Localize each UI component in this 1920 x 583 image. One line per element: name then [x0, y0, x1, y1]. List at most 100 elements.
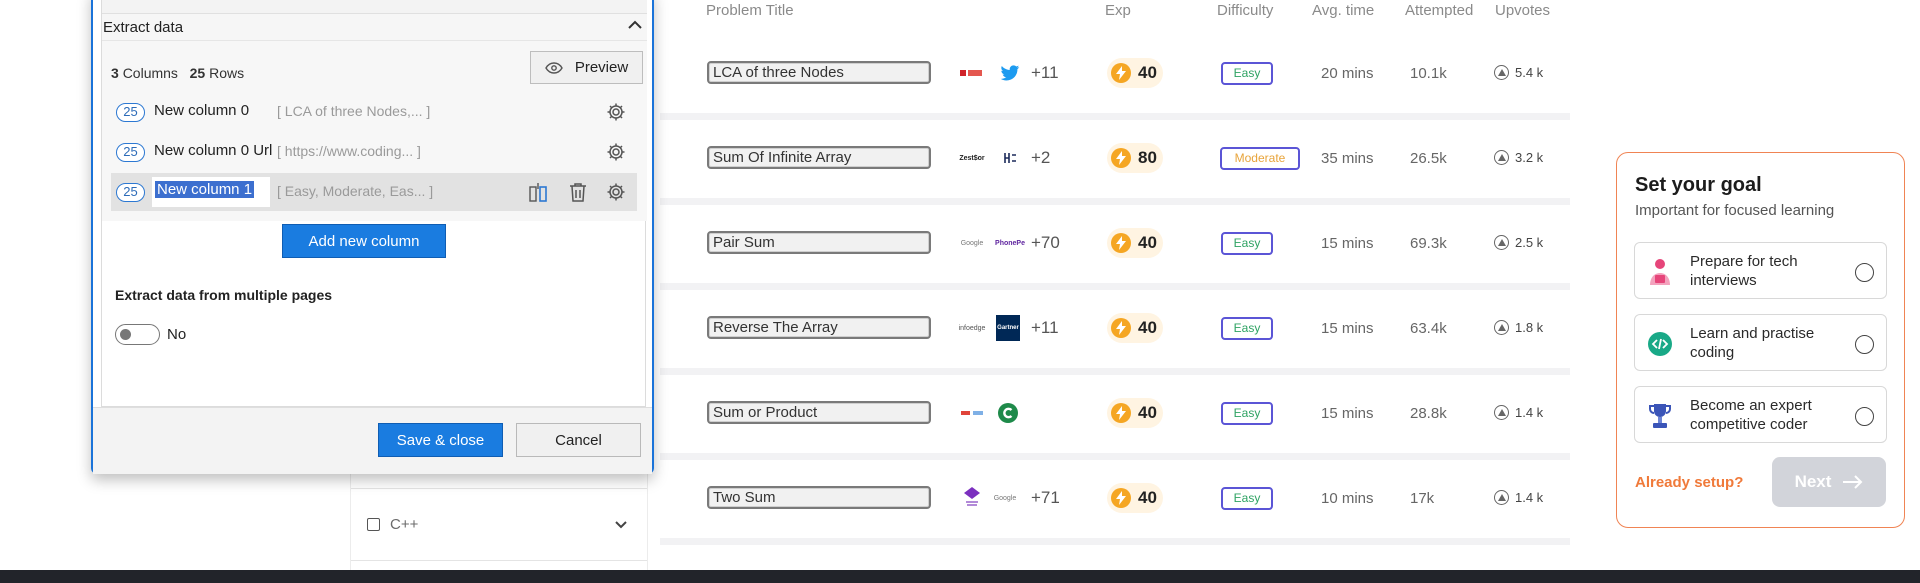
cancel-button[interactable]: Cancel	[516, 423, 641, 457]
goal-title: Set your goal	[1635, 174, 1762, 196]
header-avg-time: Avg. time	[1312, 2, 1375, 19]
column-row-counts: 3 Columns 25 Rows	[111, 65, 244, 81]
upvote-icon[interactable]	[1494, 405, 1509, 420]
difficulty-badge: Easy	[1221, 487, 1273, 510]
column-preview: [ LCA of three Nodes,... ]	[277, 103, 431, 119]
dialog-footer: Save & close Cancel	[93, 407, 652, 474]
difficulty-badge: Easy	[1221, 402, 1273, 425]
exp-value: 40	[1138, 233, 1157, 252]
trash-icon[interactable]	[568, 182, 588, 202]
goal-card: Set your goal Important for focused lear…	[1616, 152, 1905, 528]
table-row[interactable]: Sum Of Infinite Array Zest$or +2 80 Mode…	[660, 121, 1570, 205]
lightning-icon	[1111, 488, 1131, 508]
table-row[interactable]: LCA of three Nodes +11 40 Easy 20 mins 1…	[660, 36, 1570, 120]
table-row[interactable]: Reverse The Array infoedge Gartner +11 4…	[660, 291, 1570, 375]
column-row[interactable]: 25 New column 0 Url [ https://www.coding…	[111, 133, 637, 171]
goal-option-competitive[interactable]: Become an expert competitive coder	[1634, 386, 1887, 443]
goal-option-interviews[interactable]: Prepare for tech interviews	[1634, 242, 1887, 299]
upvote-icon[interactable]	[1494, 235, 1509, 250]
upvotes[interactable]: 5.4 k	[1494, 65, 1543, 80]
already-setup-link[interactable]: Already setup?	[1635, 474, 1743, 491]
table-row[interactable]: Pair Sum Google PhonePe +70 40 Easy 15 m…	[660, 206, 1570, 290]
upvotes[interactable]: 1.8 k	[1494, 320, 1543, 335]
exp-badge: 40	[1107, 398, 1163, 428]
column-name[interactable]: New column 0 Url	[154, 142, 272, 159]
multi-pages-toggle[interactable]	[115, 324, 160, 345]
problem-title[interactable]: Sum Of Infinite Array	[707, 146, 931, 169]
column-name-input[interactable]: New column 1	[152, 177, 270, 207]
table-row[interactable]: Sum or Product 40 Easy 15 mins 28.8k 1.4…	[660, 376, 1570, 460]
company-logo	[963, 485, 981, 509]
gear-icon[interactable]	[606, 182, 626, 202]
upvotes[interactable]: 3.2 k	[1494, 150, 1543, 165]
attempted: 28.8k	[1410, 405, 1447, 422]
exp-value: 80	[1138, 148, 1157, 167]
preview-button[interactable]: Preview	[530, 51, 643, 84]
company-logo	[960, 404, 984, 422]
difficulty-badge: Easy	[1221, 232, 1273, 255]
multi-pages-value: No	[167, 326, 187, 343]
header-difficulty: Difficulty	[1217, 2, 1274, 19]
attempted: 26.5k	[1410, 150, 1447, 167]
gear-icon[interactable]	[606, 102, 626, 122]
upvotes[interactable]: 1.4 k	[1494, 490, 1543, 505]
chevron-up-icon[interactable]	[628, 20, 642, 30]
dialog-body: Extract data 3 Columns 25 Rows Preview 2…	[101, 0, 647, 407]
problem-title[interactable]: Sum or Product	[707, 401, 931, 424]
goal-option-coding[interactable]: Learn and practise coding	[1634, 314, 1887, 371]
company-logo-hexaware	[999, 149, 1021, 167]
goal-option-label: Prepare for tech interviews	[1690, 253, 1798, 289]
column-preview: [ Easy, Moderate, Eas... ]	[277, 183, 434, 199]
upvote-icon[interactable]	[1494, 65, 1509, 80]
goal-option-label: Become an expert competitive coder	[1690, 397, 1812, 433]
lightning-icon	[1111, 63, 1131, 83]
table-row[interactable]: Two Sum Google +71 40 Easy 10 mins 17k 1…	[660, 461, 1570, 545]
lightning-icon	[1111, 403, 1131, 423]
extract-data-dialog: Extract data 3 Columns 25 Rows Preview 2…	[91, 0, 654, 474]
upvotes[interactable]: 2.5 k	[1494, 235, 1543, 250]
radio-button[interactable]	[1855, 335, 1874, 354]
problem-table: Problem Title Exp Difficulty Avg. time A…	[660, 0, 1570, 550]
next-button-label: Next	[1794, 472, 1832, 491]
column-row[interactable]: 25 New column 0 [ LCA of three Nodes,...…	[111, 93, 637, 131]
table-header: Problem Title Exp Difficulty Avg. time A…	[660, 0, 1570, 26]
lightning-icon	[1111, 233, 1131, 253]
pick-element-icon[interactable]	[528, 182, 548, 202]
upvote-icon[interactable]	[1494, 150, 1509, 165]
company-logo-infoedge: infoedge	[958, 324, 986, 332]
chevron-down-icon[interactable]	[615, 520, 627, 529]
avg-time: 15 mins	[1321, 405, 1374, 422]
checkbox[interactable]	[367, 518, 380, 531]
avg-time: 15 mins	[1321, 235, 1374, 252]
more-companies: +2	[1031, 148, 1051, 167]
problem-title[interactable]: Two Sum	[707, 486, 931, 509]
divider	[351, 560, 647, 561]
column-row-selected[interactable]: 25 New column 1 [ Easy, Moderate, Eas...…	[111, 173, 637, 211]
upvote-icon[interactable]	[1494, 320, 1509, 335]
more-companies: +70	[1031, 233, 1060, 252]
column-name[interactable]: New column 0	[154, 102, 249, 119]
radio-button[interactable]	[1855, 263, 1874, 282]
gear-icon[interactable]	[606, 142, 626, 162]
code-icon	[1646, 330, 1674, 358]
radio-button[interactable]	[1855, 407, 1874, 426]
problem-title[interactable]: LCA of three Nodes	[707, 61, 931, 84]
header-exp: Exp	[1105, 2, 1131, 19]
next-button[interactable]: Next	[1772, 457, 1886, 507]
upvotes[interactable]: 1.4 k	[1494, 405, 1543, 420]
upvote-icon[interactable]	[1494, 490, 1509, 505]
attempted: 69.3k	[1410, 235, 1447, 252]
difficulty-badge: Moderate	[1220, 147, 1300, 170]
add-new-column-button[interactable]: Add new column	[282, 224, 446, 258]
header-upvotes: Upvotes	[1495, 2, 1551, 19]
problem-title[interactable]: Pair Sum	[707, 231, 931, 254]
row-count-badge: 25	[116, 143, 145, 162]
trophy-icon	[1646, 402, 1674, 430]
filter-item-cpp[interactable]: C++	[367, 516, 627, 533]
row-separator	[660, 538, 1570, 545]
divider	[351, 488, 647, 489]
upvote-count: 5.4 k	[1515, 65, 1544, 80]
problem-title[interactable]: Reverse The Array	[707, 316, 931, 339]
save-close-button[interactable]: Save & close	[378, 423, 503, 457]
extract-data-section-header[interactable]: Extract data	[102, 14, 647, 41]
